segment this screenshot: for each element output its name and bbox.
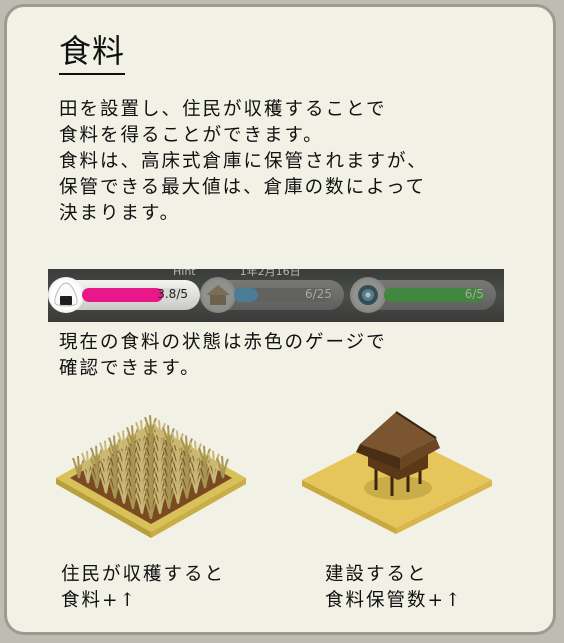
gauge-explanation: 現在の食料の状態は赤色のゲージで 確認できます。: [59, 330, 387, 382]
hud-overlay-left: Hint: [173, 269, 196, 278]
raised-storehouse-icon: [302, 411, 492, 534]
onigiri-icon: [48, 277, 84, 313]
description-line: 田を設置し、住民が収穫することで: [59, 99, 387, 120]
housing-gauge-fill: [234, 288, 258, 302]
house-icon: [200, 277, 236, 313]
rice-field-icon: [56, 415, 246, 538]
gauge-explanation-line: 現在の食料の状態は赤色のゲージで: [59, 332, 387, 353]
description-line: 食料は、高床式倉庫に保管されますが、: [59, 151, 428, 172]
caption-line: 食料+↑: [61, 590, 138, 611]
description: 田を設置し、住民が収穫することで 食料を得ることができます。 食料は、高床式倉庫…: [59, 97, 519, 227]
caption-line: 食料保管数+↑: [325, 590, 463, 611]
food-gauge: 3.8/5: [48, 277, 200, 313]
food-gauge-value: 3.8/5: [157, 287, 188, 301]
magatama-gauge: 6/5: [350, 277, 496, 313]
storehouse-caption: 建設すると 食料保管数+↑: [325, 562, 463, 614]
page-title: 食料: [59, 31, 126, 75]
hud-overlay-text: Hint 1年2月16日: [173, 269, 345, 279]
gauge-explanation-line: 確認できます。: [59, 358, 201, 379]
caption-line: 建設すると: [325, 564, 428, 585]
magatama-gauge-value: 6/5: [464, 287, 484, 301]
housing-gauge: 6/25: [200, 277, 344, 313]
food-gauge-fill: [82, 288, 163, 302]
description-line: 食料を得ることができます。: [59, 125, 324, 146]
hud-strip: Hint 1年2月16日 3.8/5 6/25 6/5: [48, 269, 504, 322]
description-line: 決まります。: [59, 203, 181, 224]
hud-overlay-date: 1年2月16日: [239, 269, 301, 278]
description-line: 保管できる最大値は、倉庫の数によって: [59, 177, 427, 198]
caption-line: 住民が収穫すると: [61, 564, 226, 585]
magatama-icon: [350, 277, 386, 313]
housing-gauge-value: 6/25: [305, 287, 332, 301]
rice-field-caption: 住民が収穫すると 食料+↑: [61, 562, 225, 614]
